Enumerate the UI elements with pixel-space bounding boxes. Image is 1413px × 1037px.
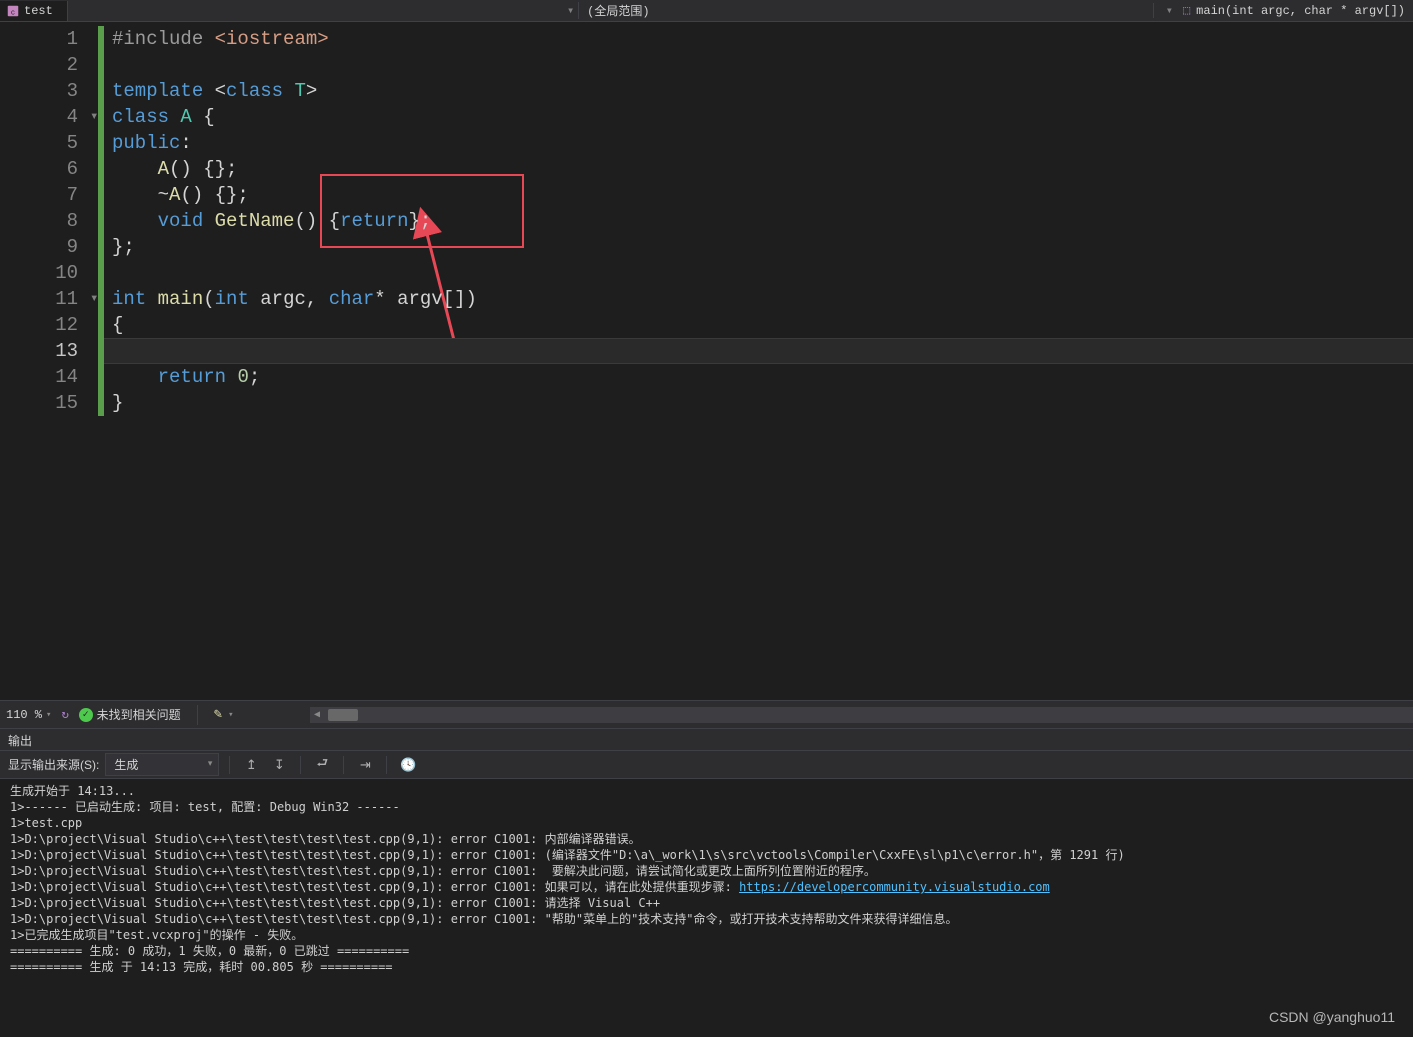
horizontal-scrollbar[interactable]: ◀ bbox=[310, 707, 1413, 723]
function-icon: ⬚ bbox=[1183, 3, 1190, 18]
code-content[interactable]: #include <iostream> template <class T>▾cl… bbox=[104, 22, 1413, 700]
chevron-down-icon: ▾ bbox=[208, 758, 213, 769]
word-wrap-icon[interactable]: ⇥ bbox=[354, 754, 376, 776]
output-line: 1>D:\project\Visual Studio\c++\test\test… bbox=[10, 863, 1403, 879]
output-link[interactable]: https://developercommunity.visualstudio.… bbox=[739, 880, 1050, 894]
output-line: 1>已完成生成项目"test.vcxproj"的操作 - 失败。 bbox=[10, 927, 1403, 943]
output-source-label: 显示输出来源(S): bbox=[8, 756, 99, 773]
prev-message-icon[interactable]: ↥ bbox=[240, 754, 262, 776]
chevron-down-icon: ▾ bbox=[46, 710, 51, 720]
output-line: 1>D:\project\Visual Studio\c++\test\test… bbox=[10, 831, 1403, 847]
code-line[interactable]: ▾class A { bbox=[104, 104, 1413, 130]
fold-icon[interactable]: ▾ bbox=[90, 104, 98, 130]
output-line: 1>D:\project\Visual Studio\c++\test\test… bbox=[10, 911, 1403, 927]
line-number: 2 bbox=[0, 52, 78, 78]
brush-icon[interactable]: ✎▾ bbox=[214, 706, 234, 723]
line-number-gutter: 123456789101112131415 bbox=[0, 22, 98, 700]
no-issues-status[interactable]: ✓ 未找到相关问题 bbox=[79, 706, 181, 723]
output-line: 1>test.cpp bbox=[10, 815, 1403, 831]
line-number: 10 bbox=[0, 260, 78, 286]
line-number: 4 bbox=[0, 104, 78, 130]
code-line[interactable]: } bbox=[104, 390, 1413, 416]
output-toolbar: 显示输出来源(S): 生成 ▾ ↥ ↧ ⮐ ⇥ 🕓 bbox=[0, 751, 1413, 779]
status-divider bbox=[197, 705, 198, 725]
file-tab[interactable]: c test bbox=[0, 1, 68, 21]
editor-status-bar: 110 % ▾ ↻ ✓ 未找到相关问题 ✎▾ ◀ bbox=[0, 700, 1413, 728]
highlight-arrow bbox=[104, 22, 105, 23]
cpp-file-icon: c bbox=[6, 4, 20, 18]
function-label: main(int argc, char * argv[]) bbox=[1196, 4, 1405, 18]
line-number: 11 bbox=[0, 286, 78, 312]
code-line[interactable]: ~A() {}; bbox=[104, 182, 1413, 208]
code-line[interactable]: }; bbox=[104, 234, 1413, 260]
line-number: 14 bbox=[0, 364, 78, 390]
line-number: 5 bbox=[0, 130, 78, 156]
code-line[interactable]: public: bbox=[104, 130, 1413, 156]
code-editor[interactable]: 123456789101112131415 #include <iostream… bbox=[0, 22, 1413, 700]
divider bbox=[386, 756, 387, 774]
fold-icon[interactable]: ▾ bbox=[90, 286, 98, 312]
output-line: ========== 生成 于 14:13 完成，耗时 00.805 秒 ===… bbox=[10, 959, 1403, 975]
function-dropdown[interactable]: ▾ ⬚ main(int argc, char * argv[]) bbox=[1153, 3, 1413, 18]
line-number: 13 bbox=[0, 338, 78, 364]
file-tab-label: test bbox=[24, 4, 53, 18]
line-number: 12 bbox=[0, 312, 78, 338]
divider bbox=[300, 756, 301, 774]
output-line: 1>D:\project\Visual Studio\c++\test\test… bbox=[10, 895, 1403, 911]
refresh-icon[interactable]: ↻ bbox=[61, 707, 68, 722]
divider bbox=[343, 756, 344, 774]
output-panel-title: 输出 bbox=[0, 729, 1413, 751]
scope-label: (全局范围) bbox=[587, 2, 649, 19]
scroll-left-icon[interactable]: ◀ bbox=[310, 709, 324, 721]
code-line[interactable]: void GetName() {return}; bbox=[104, 208, 1413, 234]
line-number: 8 bbox=[0, 208, 78, 234]
scroll-thumb[interactable] bbox=[328, 709, 358, 721]
code-line[interactable]: template <class T> bbox=[104, 78, 1413, 104]
check-icon: ✓ bbox=[79, 708, 93, 722]
output-text[interactable]: 生成开始于 14:13...1>------ 已启动生成: 项目: test, … bbox=[0, 779, 1413, 1015]
code-line[interactable] bbox=[104, 338, 1413, 364]
line-number: 9 bbox=[0, 234, 78, 260]
output-line: ========== 生成: 0 成功，1 失败，0 最新，0 已跳过 ====… bbox=[10, 943, 1403, 959]
svg-text:c: c bbox=[11, 9, 15, 17]
output-panel: 输出 显示输出来源(S): 生成 ▾ ↥ ↧ ⮐ ⇥ 🕓 生成开始于 14:13… bbox=[0, 728, 1413, 1015]
nav-chevron-icon: ▾ bbox=[1162, 3, 1177, 18]
editor-top-bar: c test ▾ (全局范围) ▾ ⬚ main(int argc, char … bbox=[0, 0, 1413, 22]
code-line[interactable]: return 0; bbox=[104, 364, 1413, 390]
code-line[interactable]: A() {}; bbox=[104, 156, 1413, 182]
line-number: 6 bbox=[0, 156, 78, 182]
scope-dropdown[interactable]: (全局范围) bbox=[578, 2, 657, 19]
zoom-level[interactable]: 110 % ▾ bbox=[6, 708, 51, 722]
timestamp-icon[interactable]: 🕓 bbox=[397, 754, 419, 776]
line-number: 3 bbox=[0, 78, 78, 104]
line-number: 1 bbox=[0, 26, 78, 52]
next-message-icon[interactable]: ↧ bbox=[268, 754, 290, 776]
code-line[interactable]: #include <iostream> bbox=[104, 26, 1413, 52]
output-line: 1>------ 已启动生成: 项目: test, 配置: Debug Win3… bbox=[10, 799, 1403, 815]
code-line[interactable]: { bbox=[104, 312, 1413, 338]
output-source-select[interactable]: 生成 ▾ bbox=[105, 753, 219, 776]
output-line: 生成开始于 14:13... bbox=[10, 783, 1403, 799]
output-line: 1>D:\project\Visual Studio\c++\test\test… bbox=[10, 847, 1403, 863]
code-line[interactable] bbox=[104, 52, 1413, 78]
nav-arrows-icon: ▾ bbox=[563, 3, 578, 18]
output-line: 1>D:\project\Visual Studio\c++\test\test… bbox=[10, 879, 1403, 895]
line-number: 7 bbox=[0, 182, 78, 208]
code-line[interactable] bbox=[104, 260, 1413, 286]
line-number: 15 bbox=[0, 390, 78, 416]
code-line[interactable]: ▾int main(int argc, char* argv[]) bbox=[104, 286, 1413, 312]
divider bbox=[229, 756, 230, 774]
clear-output-icon[interactable]: ⮐ bbox=[311, 754, 333, 776]
